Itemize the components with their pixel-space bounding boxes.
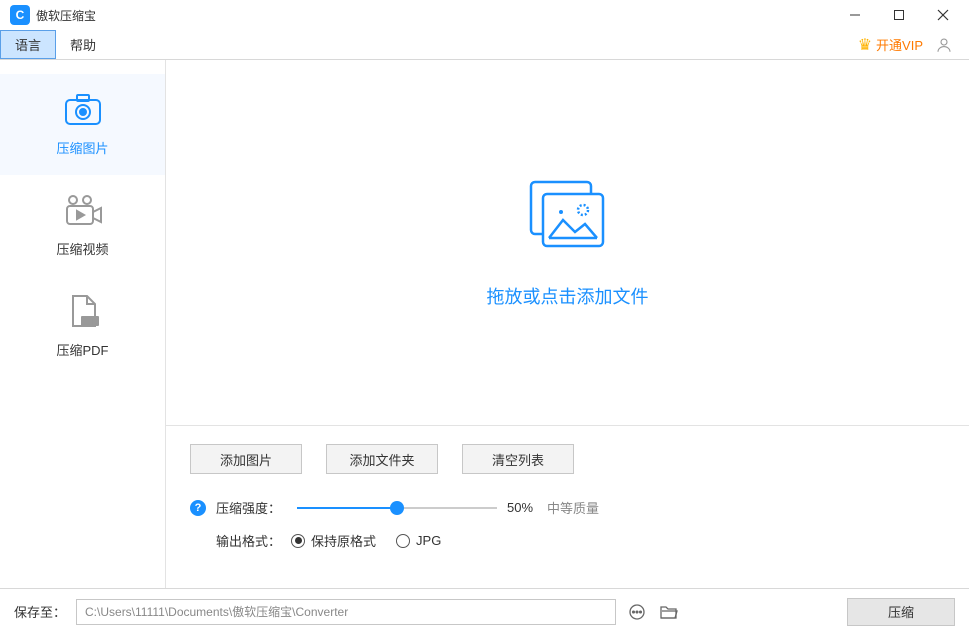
sidebar-label: 压缩图片 <box>56 138 108 157</box>
image-stack-icon <box>523 176 613 261</box>
footer: 保存至： 压缩 <box>0 588 969 634</box>
sidebar-item-compress-image[interactable]: 压缩图片 <box>0 74 165 175</box>
slider-thumb[interactable] <box>390 501 404 515</box>
add-folder-button[interactable]: 添加文件夹 <box>326 444 438 474</box>
menu-help[interactable]: 帮助 <box>56 31 110 58</box>
help-icon[interactable]: ? <box>190 500 206 516</box>
sidebar-label: 压缩PDF <box>56 340 108 359</box>
dropzone-text: 拖放或点击添加文件 <box>487 283 649 309</box>
pdf-icon: PDF <box>63 294 103 330</box>
crown-icon: ♛ <box>858 35 872 55</box>
close-button[interactable] <box>921 0 965 30</box>
menubar: 语言 帮助 ♛ 开通VIP <box>0 30 969 60</box>
radio-circle-icon <box>396 534 410 548</box>
minimize-button[interactable] <box>833 0 877 30</box>
save-to-label: 保存至： <box>14 602 66 621</box>
titlebar: C 傲软压缩宝 <box>0 0 969 30</box>
output-format-label: 输出格式： <box>216 531 281 550</box>
svg-text:PDF: PDF <box>83 319 97 326</box>
strength-value: 50% <box>507 500 533 515</box>
main-panel: 拖放或点击添加文件 添加图片 添加文件夹 清空列表 ? 压缩强度： 50% 中等… <box>166 60 969 588</box>
app-icon: C <box>10 5 30 25</box>
vip-label: 开通VIP <box>876 35 923 54</box>
sidebar-item-compress-video[interactable]: 压缩视频 <box>0 175 165 276</box>
radio-circle-icon <box>291 534 305 548</box>
menu-language[interactable]: 语言 <box>0 30 56 59</box>
compress-button[interactable]: 压缩 <box>847 598 955 626</box>
more-icon[interactable] <box>626 601 648 623</box>
controls-panel: 添加图片 添加文件夹 清空列表 ? 压缩强度： 50% 中等质量 输出格式： <box>166 425 969 588</box>
save-path-input[interactable] <box>76 599 616 625</box>
sidebar: 压缩图片 压缩视频 PDF 压缩P <box>0 60 166 588</box>
user-icon[interactable] <box>933 34 955 56</box>
radio-keep-format[interactable]: 保持原格式 <box>291 531 376 550</box>
video-icon <box>63 193 103 229</box>
strength-label: 压缩强度： <box>216 498 281 517</box>
window-controls <box>833 0 965 30</box>
add-image-button[interactable]: 添加图片 <box>190 444 302 474</box>
radio-label: 保持原格式 <box>311 531 376 550</box>
strength-slider[interactable] <box>297 500 497 516</box>
app-title: 傲软压缩宝 <box>36 7 96 24</box>
open-folder-icon[interactable] <box>658 601 680 623</box>
sidebar-item-compress-pdf[interactable]: PDF 压缩PDF <box>0 276 165 377</box>
sidebar-label: 压缩视频 <box>56 239 108 258</box>
quality-label: 中等质量 <box>547 498 599 517</box>
clear-list-button[interactable]: 清空列表 <box>462 444 574 474</box>
maximize-button[interactable] <box>877 0 921 30</box>
radio-label: JPG <box>416 533 441 548</box>
radio-jpg[interactable]: JPG <box>396 533 441 548</box>
dropzone[interactable]: 拖放或点击添加文件 <box>166 60 969 425</box>
vip-button[interactable]: ♛ 开通VIP <box>858 35 923 55</box>
camera-icon <box>63 92 103 128</box>
